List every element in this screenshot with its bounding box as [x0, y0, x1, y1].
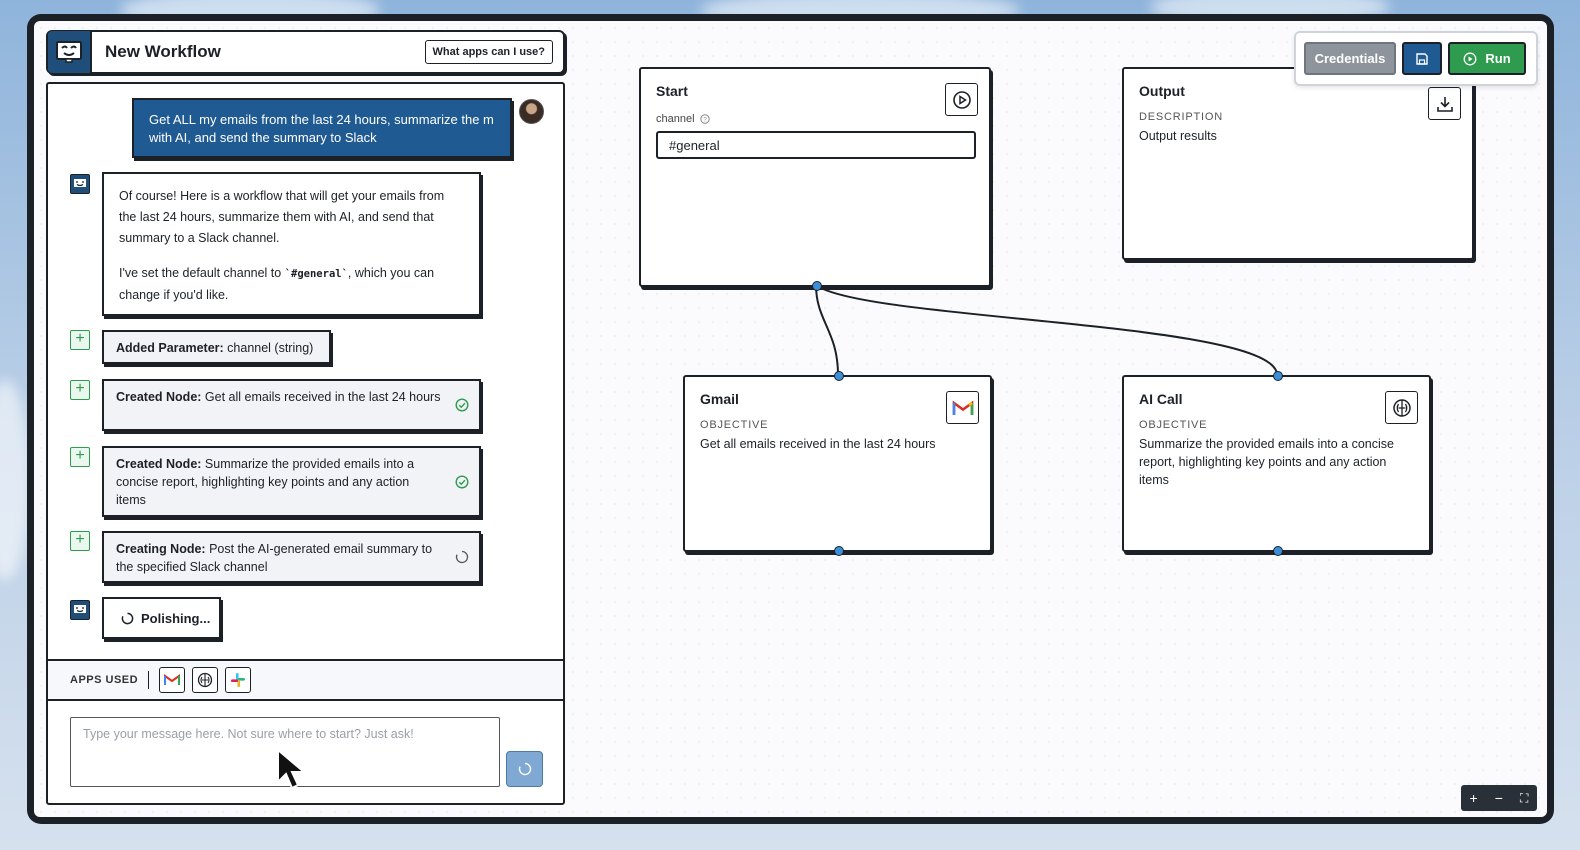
edge-start-gmail: [815, 284, 839, 376]
zoom-in-button[interactable]: +: [1470, 790, 1478, 806]
ai-call-node-title: AI Call: [1139, 391, 1183, 407]
fit-view-button[interactable]: ⛶: [1520, 791, 1528, 806]
ai-call-node-text: Summarize the provided emails into a con…: [1139, 437, 1394, 487]
output-node-label: DESCRIPTION: [1139, 111, 1223, 123]
gmail-node-title: Gmail: [700, 391, 739, 407]
output-node[interactable]: Output DESCRIPTION Output results: [1122, 67, 1474, 260]
download-icon[interactable]: [1428, 87, 1461, 120]
edge-start-ai: [815, 284, 1278, 376]
play-icon[interactable]: [945, 83, 978, 116]
workflow-toolbar: Credentials Run: [1294, 31, 1538, 86]
channel-param-label: channel ?: [656, 113, 974, 125]
output-node-text: Output results: [1139, 129, 1217, 143]
credentials-button[interactable]: Credentials: [1304, 42, 1396, 75]
save-icon: [1416, 52, 1428, 65]
run-label: Run: [1485, 51, 1511, 66]
gmail-node-label: OBJECTIVE: [700, 419, 769, 431]
run-button[interactable]: Run: [1448, 42, 1526, 75]
ai-call-node-label: OBJECTIVE: [1139, 419, 1208, 431]
zoom-controls: + − ⛶: [1461, 785, 1537, 811]
help-icon[interactable]: ?: [699, 114, 710, 124]
save-button[interactable]: [1402, 42, 1442, 75]
gmail-node-text: Get all emails received in the last 24 h…: [700, 437, 936, 451]
gmail-output-port[interactable]: [834, 546, 844, 556]
start-node-title: Start: [656, 83, 688, 99]
play-icon: [1463, 52, 1477, 65]
start-output-port[interactable]: [812, 281, 822, 291]
start-node[interactable]: Start channel ? #general: [639, 67, 991, 291]
ai-call-output-port[interactable]: [1273, 546, 1283, 556]
channel-label-text: channel: [656, 113, 695, 125]
gmail-icon: [946, 391, 979, 424]
workflow-canvas[interactable]: New Workflow What apps can I use? Get AL…: [34, 21, 1547, 817]
ai-call-node[interactable]: AI Call OBJECTIVE Summarize the provided…: [1122, 371, 1431, 556]
gmail-input-port[interactable]: [834, 371, 844, 381]
ai-call-input-port[interactable]: [1273, 371, 1283, 381]
channel-input[interactable]: #general: [656, 131, 976, 159]
gmail-node[interactable]: Gmail OBJECTIVE Get all emails received …: [683, 371, 992, 556]
ai-brain-icon: [1385, 391, 1418, 424]
zoom-out-button[interactable]: −: [1495, 790, 1503, 806]
app-window: New Workflow What apps can I use? Get AL…: [27, 14, 1554, 824]
